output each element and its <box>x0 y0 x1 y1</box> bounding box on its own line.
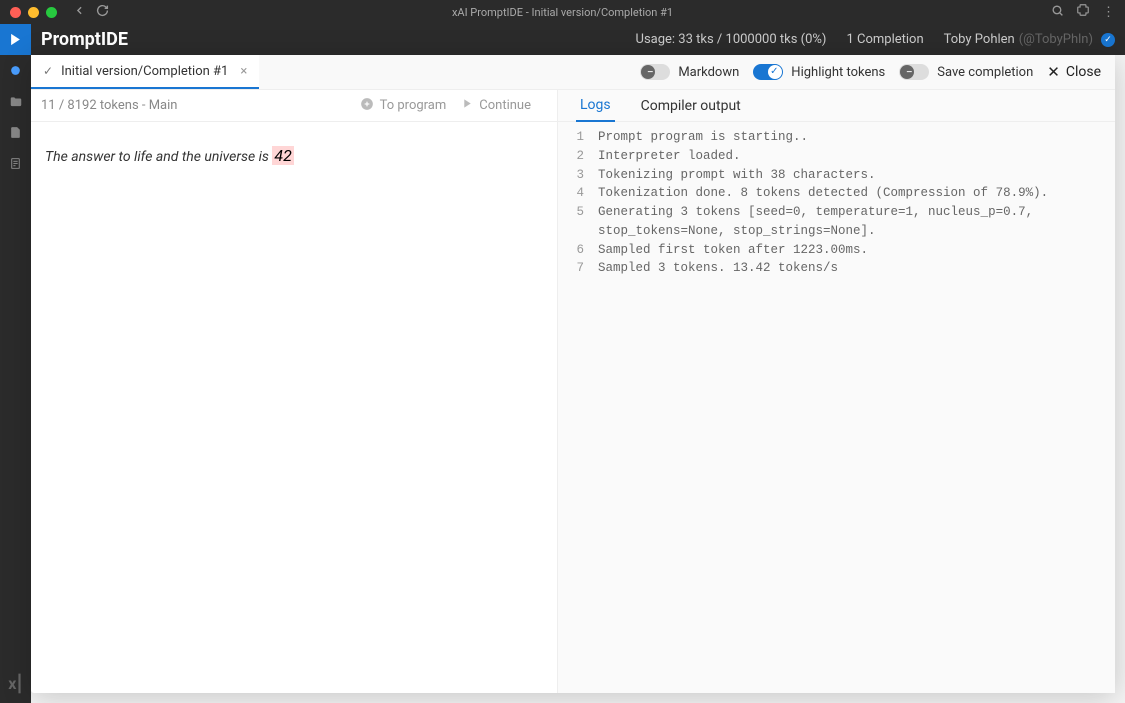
token-counter: 11 / 8192 tokens - Main <box>41 98 177 113</box>
log-line: 5Generating 3 tokens [seed=0, temperatur… <box>558 203 1115 241</box>
log-line: 2Interpreter loaded. <box>558 147 1115 166</box>
log-line: 6Sampled first token after 1223.00ms. <box>558 241 1115 260</box>
markdown-toggle[interactable]: − <box>640 64 670 80</box>
sidebar-file-icon[interactable] <box>0 117 31 148</box>
sub-header: 11 / 8192 tokens - Main To program <box>31 90 557 122</box>
browser-title: xAI PromptIDE - Initial version/Completi… <box>452 6 673 19</box>
tab-label: Initial version/Completion #1 <box>61 64 228 79</box>
sidebar-prompt-icon[interactable] <box>0 24 31 55</box>
log-output[interactable]: 1Prompt program is starting.. 2Interpret… <box>558 122 1115 693</box>
plus-circle-icon <box>360 97 374 115</box>
modal-tabbar: ✓ Initial version/Completion #1 × − Mark… <box>31 55 1115 90</box>
compiler-output-tab[interactable]: Compiler output <box>637 91 745 121</box>
prompt-text: The answer to life and the universe is <box>45 149 272 165</box>
close-icon: ✕ <box>1047 63 1060 81</box>
search-icon[interactable] <box>1051 4 1064 21</box>
user-handle: (@TobyPhln) <box>1019 32 1093 47</box>
log-line: 4Tokenization done. 8 tokens detected (C… <box>558 184 1115 203</box>
tab-close-icon[interactable]: × <box>240 64 247 79</box>
xai-logo: x⎮ <box>0 668 31 699</box>
prompt-panel[interactable]: The answer to life and the universe is 4… <box>31 122 558 693</box>
menu-icon[interactable]: ⋮ <box>1102 5 1115 20</box>
to-program-button[interactable]: To program <box>360 97 447 115</box>
window-minimize-button[interactable] <box>28 7 39 18</box>
close-button[interactable]: ✕ Close <box>1047 63 1101 81</box>
sidebar-doc-icon[interactable] <box>0 148 31 179</box>
logs-tab[interactable]: Logs <box>576 90 615 122</box>
window-close-button[interactable] <box>10 7 21 18</box>
highlight-toggle-group: ✓ Highlight tokens <box>753 64 885 80</box>
verified-badge-icon: ✓ <box>1101 33 1115 47</box>
highlight-label: Highlight tokens <box>791 65 885 80</box>
extension-icon[interactable] <box>1076 3 1090 21</box>
usage-text: Usage: 33 tks / 1000000 tks (0%) <box>636 32 827 47</box>
sidebar: x⎮ <box>0 24 31 703</box>
continue-button[interactable]: Continue <box>462 98 531 113</box>
markdown-toggle-group: − Markdown <box>640 64 739 80</box>
sidebar-folder-icon[interactable] <box>0 86 31 117</box>
close-label: Close <box>1066 64 1101 80</box>
save-toggle-group: − Save completion <box>899 64 1033 80</box>
completion-count[interactable]: 1 Completion <box>846 32 923 47</box>
sidebar-record-icon[interactable] <box>0 55 31 86</box>
app-title: PromptIDE <box>41 29 128 50</box>
log-line: 3Tokenizing prompt with 38 characters. <box>558 166 1115 185</box>
reload-button[interactable] <box>96 4 109 21</box>
user-name[interactable]: Toby Pohlen <box>944 32 1015 47</box>
app-header: PromptIDE Usage: 33 tks / 1000000 tks (0… <box>31 24 1125 55</box>
completion-tab[interactable]: ✓ Initial version/Completion #1 × <box>31 55 259 89</box>
completion-modal: ✓ Initial version/Completion #1 × − Mark… <box>31 55 1115 693</box>
log-line: 7Sampled 3 tokens. 13.42 tokens/s <box>558 259 1115 278</box>
window-maximize-button[interactable] <box>46 7 57 18</box>
save-toggle[interactable]: − <box>899 64 929 80</box>
check-icon: ✓ <box>43 64 53 78</box>
save-label: Save completion <box>937 65 1033 80</box>
highlighted-token: 42 <box>272 146 293 165</box>
back-button[interactable] <box>73 4 86 21</box>
logs-panel: Logs Compiler output 1Prompt program is … <box>558 90 1115 693</box>
log-line: 1Prompt program is starting.. <box>558 128 1115 147</box>
markdown-label: Markdown <box>678 65 739 80</box>
play-icon <box>462 98 473 113</box>
highlight-toggle[interactable]: ✓ <box>753 64 783 80</box>
browser-titlebar: xAI PromptIDE - Initial version/Completi… <box>0 0 1125 24</box>
traffic-lights <box>10 7 57 18</box>
